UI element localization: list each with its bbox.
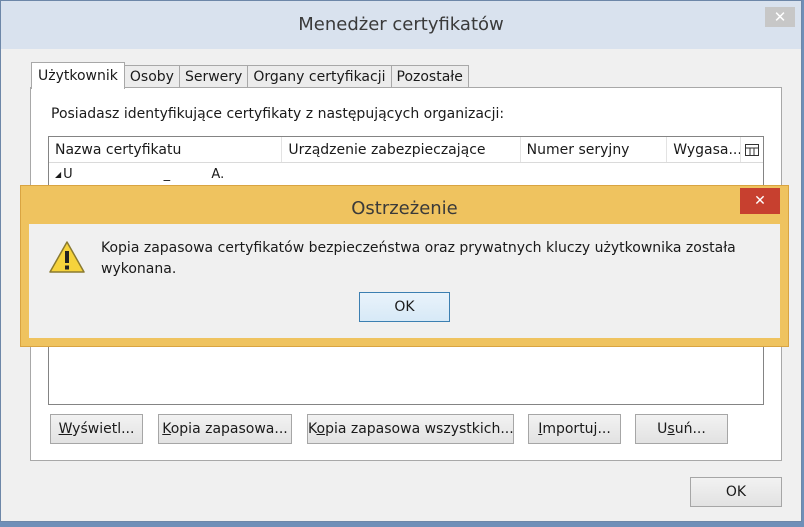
warning-dialog: Ostrzeżenie ✕ Kopia zapasowa certyfikató… xyxy=(20,185,789,347)
warning-message: Kopia zapasowa certyfikatów bezpieczeńst… xyxy=(101,240,736,277)
window-close-button[interactable]: ✕ xyxy=(765,7,795,27)
warning-ok-button[interactable]: OK xyxy=(359,292,450,322)
tab-strip: Użytkownik Osoby Serwery Organy certyfik… xyxy=(31,62,469,89)
column-header-device[interactable]: Urządzenie zabezpieczające xyxy=(282,137,521,162)
list-header: Nazwa certyfikatu Urządzenie zabezpiecza… xyxy=(49,137,763,163)
ok-button[interactable]: OK xyxy=(690,477,782,507)
panel-description: Posiadasz identyfikujące certyfikaty z n… xyxy=(51,106,505,122)
column-header-serial[interactable]: Numer seryjny xyxy=(521,137,668,162)
tab-others[interactable]: Pozostałe xyxy=(390,65,469,88)
expand-triangle-icon[interactable]: ◢ xyxy=(55,170,61,179)
warning-body: Kopia zapasowa certyfikatów bezpieczeńst… xyxy=(29,224,780,338)
column-header-expires[interactable]: Wygasa... xyxy=(667,137,742,162)
tab-servers[interactable]: Serwery xyxy=(178,65,249,88)
view-button[interactable]: Wyświetl... xyxy=(50,414,143,444)
backup-button[interactable]: Kopia zapasowa... xyxy=(158,414,292,444)
column-picker-icon[interactable] xyxy=(741,137,763,162)
tab-people[interactable]: Osoby xyxy=(123,65,180,88)
title-bar: Menedżer certyfikatów ✕ xyxy=(1,1,801,49)
import-button[interactable]: Importuj... xyxy=(528,414,621,444)
tab-authorities[interactable]: Organy certyfikacji xyxy=(247,65,392,88)
backup-all-button[interactable]: Kopia zapasowa wszystkich... xyxy=(307,414,514,444)
delete-button[interactable]: Usuń... xyxy=(635,414,728,444)
column-header-name[interactable]: Nazwa certyfikatu xyxy=(49,137,283,162)
tab-user[interactable]: Użytkownik xyxy=(31,62,125,89)
certificate-name: U _ A. xyxy=(63,167,225,182)
window-title: Menedżer certyfikatów xyxy=(298,14,504,35)
warning-title: Ostrzeżenie xyxy=(351,198,458,219)
list-item[interactable]: ◢ U _ A. xyxy=(55,167,224,182)
warning-close-button[interactable]: ✕ xyxy=(740,188,780,214)
warning-icon xyxy=(49,241,85,273)
